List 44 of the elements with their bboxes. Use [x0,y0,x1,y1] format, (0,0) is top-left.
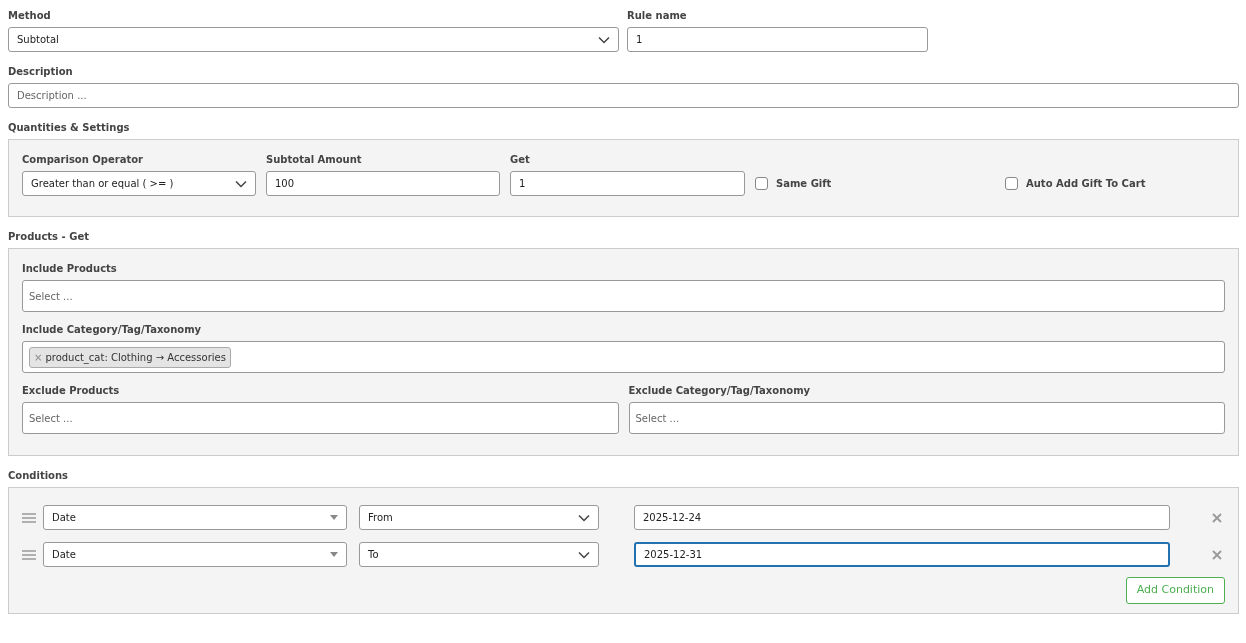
condition-operator-dropdown[interactable]: To [359,542,599,567]
drag-handle-icon[interactable] [22,549,36,560]
input-field[interactable]: Description ... [8,83,1239,108]
field-label: Method [8,9,51,23]
date-input-field[interactable]: 2025-12-31 [634,542,1170,567]
field-label: Comparison Operator [22,153,144,167]
close-icon[interactable] [1212,512,1222,523]
tag-input-field[interactable]: × product_cat: Clothing → Accessories [22,341,1225,373]
field-label: Rule name [627,9,687,23]
checkbox[interactable] [1005,177,1018,190]
checkbox[interactable] [755,177,768,190]
field-label: Get [510,153,530,167]
product-picker-field[interactable]: Select ... [22,402,619,434]
method-dropdown[interactable]: Subtotal [8,27,619,52]
input-field[interactable]: 1 [627,27,928,52]
field-label: Subtotal Amount [266,153,362,167]
checkbox-label: Same Gift [776,177,832,191]
date-input-field[interactable]: 2025-12-24 [634,505,1170,530]
category-picker-field[interactable]: Select ... [628,402,1225,434]
product-picker-field[interactable]: Select ... [22,280,1225,312]
checkbox-label: Auto Add Gift To Cart [1026,177,1146,191]
operator-dropdown[interactable]: Greater than or equal ( >= ) [22,171,256,196]
tag-chip[interactable]: × product_cat: Clothing → Accessories [29,346,231,368]
field-label: Include Products [22,262,117,276]
input-field[interactable]: 1 [510,171,745,196]
chevron-down-icon [235,179,247,188]
chevron-down-icon [578,513,590,522]
chevron-down-icon [578,550,590,559]
drag-handle-icon[interactable] [22,512,36,523]
section-title: Products - Get [8,230,89,244]
field-label: Exclude Products [22,384,120,398]
field-label: Include Category/Tag/Taxonomy [22,323,202,337]
condition-type-dropdown[interactable]: Date [43,505,347,530]
chevron-down-icon [598,35,610,44]
input-field[interactable]: 100 [266,171,500,196]
field-label: Exclude Category/Tag/Taxonomy [628,384,811,398]
section-title: Conditions [8,469,69,483]
close-icon[interactable] [1212,549,1222,560]
section-title: Quantities & Settings [8,121,130,135]
caret-icon [330,515,338,520]
field-label: Description [8,65,73,79]
condition-operator-dropdown[interactable]: From [359,505,599,530]
condition-type-dropdown[interactable]: Date [43,542,347,567]
caret-icon [330,552,338,557]
